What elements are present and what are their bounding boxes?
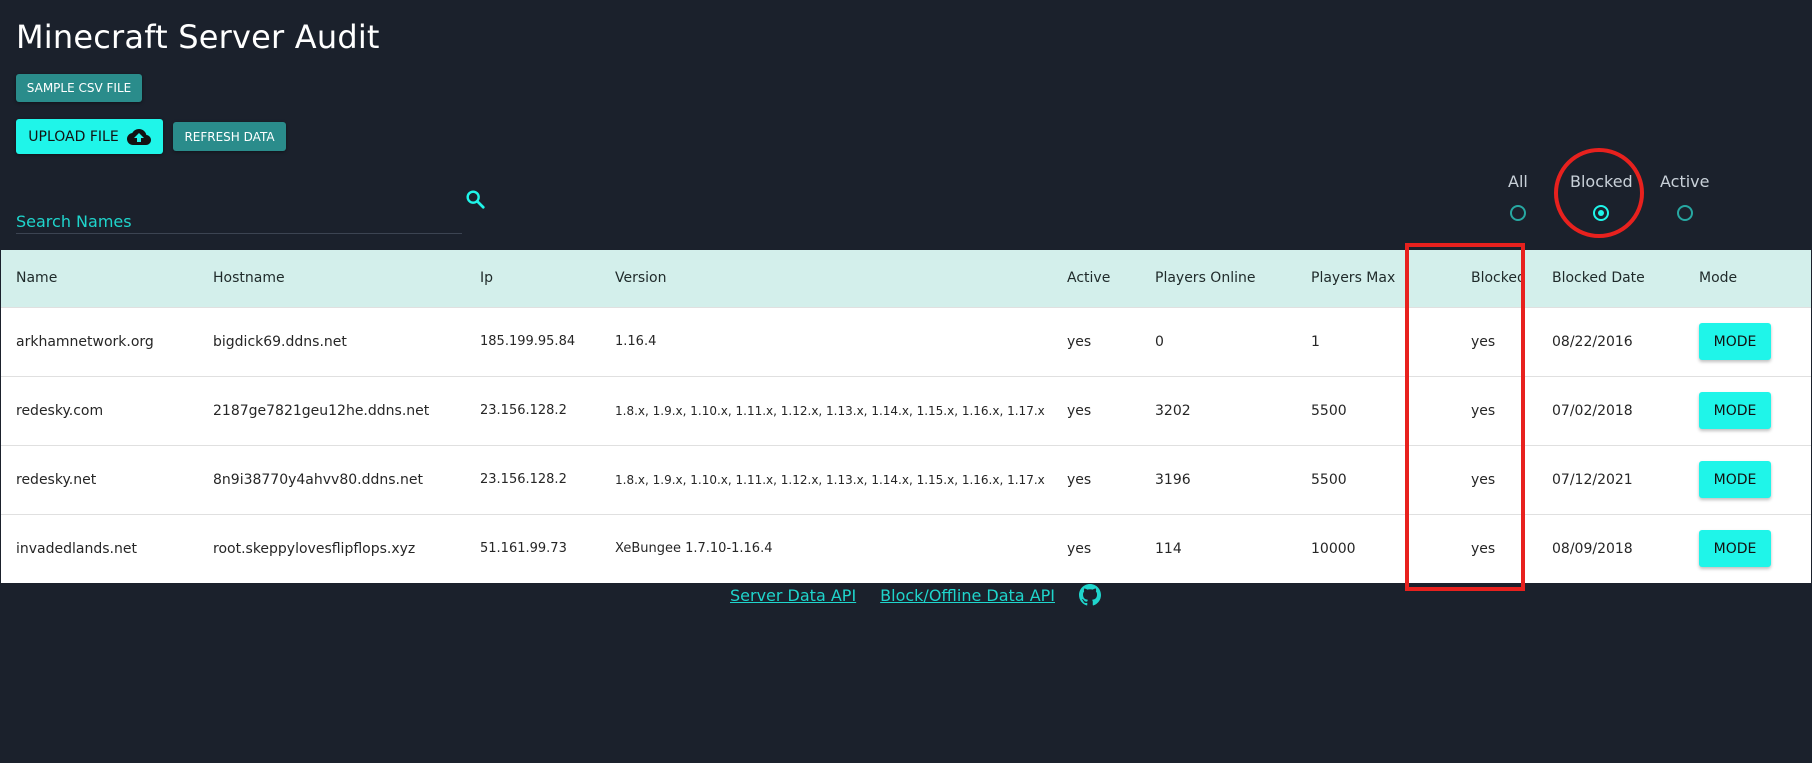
- cell-hostname: 8n9i38770y4ahvv80.ddns.net: [213, 471, 423, 488]
- github-icon[interactable]: [1079, 584, 1101, 606]
- cell-version: 1.16.4: [615, 334, 657, 349]
- cell-mode: MODE: [1684, 307, 1811, 376]
- table-row: invadedlands.net root.skeppylovesflipflo…: [1, 514, 1811, 583]
- cell-name: invadedlands.net: [16, 540, 137, 557]
- cell-name: redesky.net: [16, 471, 97, 488]
- cell-mode: MODE: [1684, 445, 1811, 514]
- cell-ip: 23.156.128.2: [480, 403, 567, 418]
- column-header-players-online[interactable]: Players Online: [1140, 250, 1296, 307]
- column-header-ip[interactable]: Ip: [465, 250, 600, 307]
- cell-name: arkhamnetwork.org: [16, 333, 154, 350]
- block-offline-data-api-link[interactable]: Block/Offline Data API: [880, 586, 1055, 605]
- sample-csv-button[interactable]: SAMPLE CSV FILE: [16, 74, 142, 102]
- cell-active: yes: [1067, 471, 1092, 488]
- cell-blocked-date: 08/22/2016: [1552, 333, 1633, 350]
- search-input[interactable]: [16, 209, 462, 234]
- page-title: Minecraft Server Audit: [16, 18, 380, 56]
- cell-active: yes: [1067, 333, 1092, 350]
- table-row: redesky.net 8n9i38770y4ahvv80.ddns.net 2…: [1, 445, 1811, 514]
- filter-active-radio[interactable]: [1676, 205, 1693, 221]
- cell-players-online: 114: [1155, 540, 1182, 557]
- server-table: Name Hostname Ip Version Active Players …: [1, 250, 1811, 583]
- filter-option-active[interactable]: Active: [1660, 172, 1710, 221]
- mode-button[interactable]: MODE: [1699, 530, 1771, 568]
- cloud-upload-icon: [126, 128, 151, 145]
- search-icon[interactable]: [464, 188, 486, 210]
- cell-version: 1.8.x, 1.9.x, 1.10.x, 1.11.x, 1.12.x, 1.…: [615, 403, 1045, 418]
- refresh-data-button[interactable]: REFRESH DATA: [173, 122, 286, 151]
- footer: Server Data API Block/Offline Data API: [730, 584, 1101, 606]
- cell-hostname: bigdick69.ddns.net: [213, 333, 347, 350]
- cell-mode: MODE: [1684, 514, 1811, 583]
- filter-all-radio[interactable]: [1509, 205, 1526, 221]
- cell-active: yes: [1067, 402, 1092, 419]
- annotation-rectangle: [1405, 243, 1525, 591]
- server-data-api-link[interactable]: Server Data API: [730, 586, 856, 605]
- column-header-blocked-date[interactable]: Blocked Date: [1537, 250, 1684, 307]
- cell-ip: 51.161.99.73: [480, 541, 567, 557]
- cell-players-online: 3202: [1155, 402, 1191, 419]
- cell-blocked-date: 08/09/2018: [1552, 540, 1633, 557]
- upload-file-button[interactable]: UPLOAD FILE: [16, 119, 163, 154]
- cell-version: 1.8.x, 1.9.x, 1.10.x, 1.11.x, 1.12.x, 1.…: [615, 472, 1045, 487]
- upload-file-label: UPLOAD FILE: [28, 128, 119, 145]
- column-header-mode[interactable]: Mode: [1684, 250, 1811, 307]
- cell-ip: 23.156.128.2: [480, 472, 567, 487]
- mode-button[interactable]: MODE: [1699, 461, 1771, 498]
- cell-players-online: 0: [1155, 333, 1164, 350]
- cell-players-online: 3196: [1155, 471, 1191, 488]
- search-field: [16, 185, 462, 234]
- annotation-circle: [1554, 148, 1644, 238]
- filter-active-label: Active: [1660, 172, 1710, 191]
- filter-option-all[interactable]: All: [1508, 172, 1528, 221]
- filter-all-label: All: [1508, 172, 1528, 191]
- mode-button[interactable]: MODE: [1699, 392, 1771, 429]
- cell-ip: 185.199.95.84: [480, 334, 576, 349]
- cell-blocked-date: 07/02/2018: [1552, 402, 1633, 419]
- table-header-row: Name Hostname Ip Version Active Players …: [1, 250, 1811, 307]
- column-header-name[interactable]: Name: [1, 250, 198, 307]
- table-row: arkhamnetwork.org bigdick69.ddns.net 185…: [1, 307, 1811, 376]
- column-header-active[interactable]: Active: [1052, 250, 1140, 307]
- cell-name: redesky.com: [16, 402, 104, 419]
- mode-button[interactable]: MODE: [1699, 323, 1771, 360]
- cell-mode: MODE: [1684, 376, 1811, 445]
- column-header-hostname[interactable]: Hostname: [198, 250, 465, 307]
- cell-hostname: root.skeppylovesflipflops.xyz: [213, 540, 416, 557]
- cell-hostname: 2187ge7821geu12he.ddns.net: [213, 402, 430, 419]
- cell-active: yes: [1067, 540, 1092, 557]
- column-header-version[interactable]: Version: [600, 250, 1052, 307]
- cell-version: XeBungee 1.7.10-1.16.4: [615, 541, 773, 557]
- cell-blocked-date: 07/12/2021: [1552, 471, 1633, 488]
- table-row: redesky.com 2187ge7821geu12he.ddns.net 2…: [1, 376, 1811, 445]
